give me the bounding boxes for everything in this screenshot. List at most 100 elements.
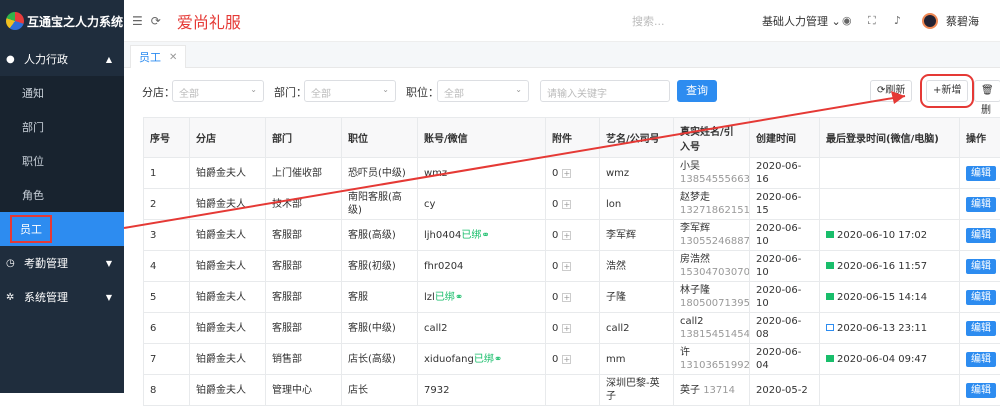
last-login-time: 2020-06-13 23:11 [837,323,927,334]
link-icon: ⚭ [455,292,463,303]
edit-button[interactable]: 编辑 [966,166,996,181]
add-attachment-icon[interactable]: + [562,169,571,178]
menu-toggle-icon[interactable]: ☰ [132,14,143,28]
column-header[interactable]: 艺名/公司号 [600,118,674,158]
created-time: 2020-06-04 [756,347,801,371]
close-icon[interactable]: ✕ [169,52,177,63]
add-attachment-icon[interactable]: + [562,355,571,364]
real-name: 赵梦走 [680,192,710,203]
edit-button[interactable]: 编辑 [966,228,996,243]
sidebar-item-label: 部门 [22,119,44,135]
add-attachment-icon[interactable]: + [562,293,571,302]
column-header[interactable]: 附件 [546,118,600,158]
store-select[interactable]: 全部⌄ [172,80,264,102]
edit-button[interactable]: 编辑 [966,352,996,367]
sidebar-item-dept[interactable]: 部门 [0,110,124,144]
dept-select[interactable]: 全部⌄ [304,80,396,102]
sidebar-item-employee[interactable]: 员工 [0,212,124,246]
add-attachment-icon[interactable]: + [562,200,571,209]
table-row[interactable]: 1铂爵金夫人上门催收部恐吓员(中级)wmz0+wmz小吴 13854555663… [144,158,1000,189]
table-row[interactable]: 2铂爵金夫人技术部南阳客服(高级)cy0+lon赵梦走 132718621512… [144,189,1000,220]
edit-button[interactable]: 编辑 [966,290,996,305]
keyword-input[interactable]: 请输入关键字 [540,80,670,102]
add-button[interactable]: +新增 [926,80,968,102]
add-attachment-icon[interactable]: + [562,231,571,240]
sidebar-item-notice[interactable]: 通知 [0,76,124,110]
column-header[interactable]: 职位 [342,118,418,158]
table-row[interactable]: 8铂爵金夫人管理中心店长7932深圳巴黎-英子英子 137142020-05-2… [144,375,1000,406]
chevron-down-icon: ⌄ [832,15,841,28]
avatar[interactable] [922,13,938,29]
column-header[interactable]: 分店 [190,118,266,158]
cell-account: fhr0204 [418,251,546,282]
cell-real-name: 英子 13714 [674,375,750,406]
cell-account: ljh0404已绑⚭ [418,220,546,251]
cell-created: 2020-06-16 [750,158,820,189]
dept-name: 客服部 [272,261,302,272]
created-time: 2020-06-10 [756,285,801,309]
real-name: 林子隆 [680,285,710,296]
tab-employee[interactable]: 员工✕ [130,45,186,68]
company-select[interactable]: 基础人力管理 ⌄ [762,13,841,29]
table-row[interactable]: 5铂爵金夫人客服部客服lzl已绑⚭0+子隆林子隆 180500713952020… [144,282,1000,313]
link-icon: ⚭ [494,354,502,365]
delete-button[interactable]: 🗑删 [974,80,1000,102]
column-header[interactable]: 创建时间 [750,118,820,158]
cell-attachment: 0+ [546,158,600,189]
sidebar-group-hr[interactable]: ●人力行政▲ [0,42,124,76]
table-row[interactable]: 7铂爵金夫人销售部店长(高级)xiduofang已绑⚭0+mm许 1310365… [144,344,1000,375]
add-attachment-icon[interactable]: + [562,324,571,333]
cell-real-name: 李军辉 13055246887 [674,220,750,251]
wechat-bound-badge: 已绑 [435,292,455,303]
account-name: fhr0204 [424,261,463,272]
cell-dept: 上门催收部 [266,158,342,189]
stage-name: lon [606,199,621,210]
cell-attachment: 0+ [546,282,600,313]
bell-icon[interactable]: ♪ [894,14,901,27]
account-name: 7932 [424,385,449,396]
store-name: 铂爵金夫人 [196,261,246,272]
edit-button[interactable]: 编辑 [966,197,996,212]
search-input[interactable]: 搜索... [632,13,665,29]
real-name: 房浩然 [680,254,710,265]
table-row[interactable]: 3铂爵金夫人客服部客服(高级)ljh0404已绑⚭0+李军辉李军辉 130552… [144,220,1000,251]
user-name[interactable]: 蔡碧海 [946,13,979,29]
attachment-count: 0 [552,323,558,334]
company-select-label: 基础人力管理 [762,15,828,28]
add-attachment-icon[interactable]: + [562,262,571,271]
edit-button[interactable]: 编辑 [966,383,996,398]
column-header[interactable]: 序号 [144,118,190,158]
refresh-icon[interactable]: ⟳ [151,14,161,28]
cell-dept: 客服部 [266,282,342,313]
app-name: 互通宝之人力系统 [27,13,123,30]
cell-stage-name: call2 [600,313,674,344]
column-header[interactable]: 操作 [960,118,1000,158]
column-header[interactable]: 真实姓名/引入号 [674,118,750,158]
edit-button[interactable]: 编辑 [966,321,996,336]
table-row[interactable]: 6铂爵金夫人客服部客服(中级)call20+call2call2 1381545… [144,313,1000,344]
column-header[interactable]: 账号/微信 [418,118,546,158]
edit-button[interactable]: 编辑 [966,259,996,274]
column-header[interactable]: 最后登录时间(微信/电脑) [820,118,960,158]
refresh-button[interactable]: ⟳刷新 [870,80,912,102]
target-icon[interactable]: ◉ [842,14,852,27]
fullscreen-icon[interactable]: ⛶ [868,14,876,28]
cell-login [820,375,960,406]
cell-attachment: 0+ [546,220,600,251]
position-select[interactable]: 全部⌄ [437,80,529,102]
sidebar-item-position[interactable]: 职位 [0,144,124,178]
app-logo[interactable]: 互通宝之人力系统 [0,0,124,42]
query-button[interactable]: 查询 [677,80,717,102]
sidebar-group-system[interactable]: ✲系统管理▼ [0,280,124,314]
clock-icon: ◷ [6,258,18,269]
sidebar-item-role[interactable]: 角色 [0,178,124,212]
table-row[interactable]: 4铂爵金夫人客服部客服(初级)fhr02040+浩然房浩然 1530470307… [144,251,1000,282]
sidebar-group-attendance[interactable]: ◷考勤管理▼ [0,246,124,280]
account-name: wmz [424,168,447,179]
table-header: 序号分店部门职位账号/微信附件艺名/公司号真实姓名/引入号创建时间最后登录时间(… [144,118,1000,158]
cell-actions: 编辑 [960,251,1000,282]
cell-login: 2020-06-16 11:57 [820,251,960,282]
account-name: call2 [424,323,448,334]
computer-icon [826,324,834,331]
column-header[interactable]: 部门 [266,118,342,158]
